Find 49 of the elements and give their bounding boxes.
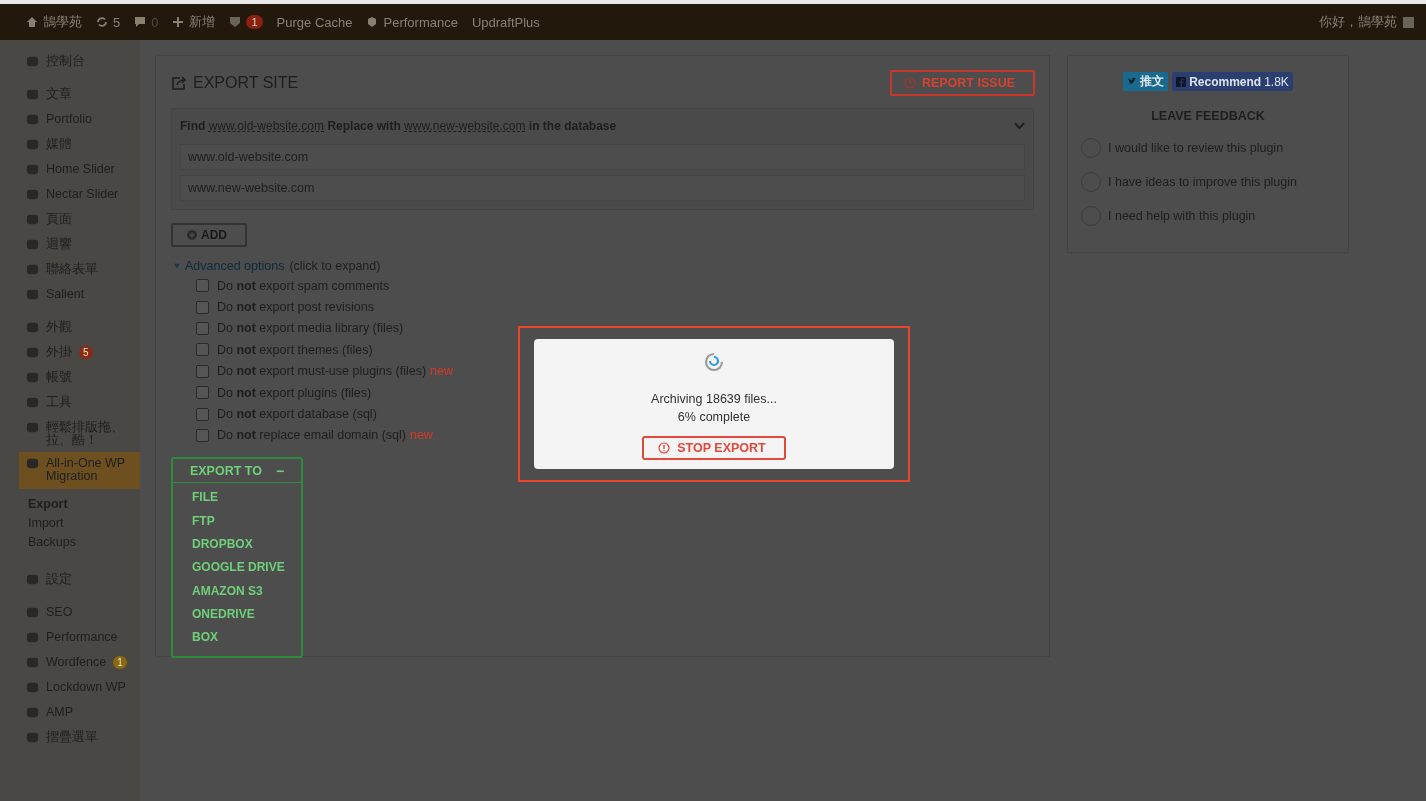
export-target[interactable]: GOOGLE DRIVE	[192, 556, 301, 580]
export-target[interactable]: DROPBOX	[192, 532, 301, 557]
avatar-icon[interactable]	[1403, 16, 1414, 28]
export-icon	[171, 75, 187, 91]
tweet-button[interactable]: 推文	[1123, 72, 1169, 91]
admin-bar-label[interactable]: 新增	[189, 13, 216, 31]
count-badge: 5	[79, 346, 93, 359]
f-logo-icon	[1176, 76, 1187, 87]
export-target[interactable]: FILE	[192, 486, 301, 510]
new-tag: new	[409, 428, 433, 443]
checkbox[interactable]	[196, 343, 209, 357]
chevron-icon[interactable]	[1014, 122, 1025, 130]
checkbox[interactable]	[196, 279, 209, 293]
alert-icon	[658, 442, 671, 454]
export-target[interactable]: BOX	[192, 626, 301, 650]
report-issue-button[interactable]: REPORT ISSUE	[889, 70, 1035, 96]
spinner-icon	[704, 352, 724, 372]
checkbox[interactable]	[196, 428, 209, 442]
admin-bar-label[interactable]: 5	[113, 14, 121, 30]
notification-badge: 1	[246, 15, 263, 29]
export-target[interactable]: AMAZON S3	[192, 579, 301, 604]
greeting-text[interactable]: 你好，鵠學苑	[1319, 13, 1397, 31]
recommend-button[interactable]: Recommend 1.8K	[1172, 72, 1293, 91]
export-target[interactable]: ONEDRIVE	[192, 603, 301, 627]
export-target[interactable]: FTP	[192, 509, 301, 533]
alert-icon	[903, 77, 916, 89]
caret-icon[interactable]	[174, 263, 180, 269]
stop-export-button[interactable]: STOP EXPORT	[642, 436, 786, 460]
admin-bar-label[interactable]: 鵠學苑	[43, 13, 82, 31]
admin-bar-link[interactable]: UpdraftPlus	[471, 14, 540, 30]
refresh-icon[interactable]	[96, 16, 108, 28]
admin-bar-label[interactable]: Performance	[383, 14, 458, 30]
checkbox[interactable]	[196, 407, 209, 421]
checkbox[interactable]	[196, 300, 209, 314]
new-tag: new	[430, 364, 454, 379]
bird-icon	[1127, 76, 1138, 87]
advanced-options-link[interactable]: Advanced options	[185, 259, 285, 273]
plus-icon[interactable]	[172, 16, 185, 28]
count-badge: 1	[113, 655, 127, 669]
export-to-label: EXPORT TO	[189, 464, 262, 479]
sidebar-item[interactable]: All-in-One WP Migration	[19, 452, 140, 489]
admin-bar-link[interactable]: Purge Cache	[276, 14, 353, 30]
progress-percent: 6% complete	[677, 409, 751, 426]
checkbox[interactable]	[196, 321, 209, 335]
progress-message: Archiving 18639 files...	[651, 391, 777, 408]
checkbox[interactable]	[196, 364, 209, 378]
plus-icon	[187, 230, 197, 240]
checkbox[interactable]	[196, 386, 209, 400]
collapse-toggle[interactable]: −	[275, 464, 285, 479]
